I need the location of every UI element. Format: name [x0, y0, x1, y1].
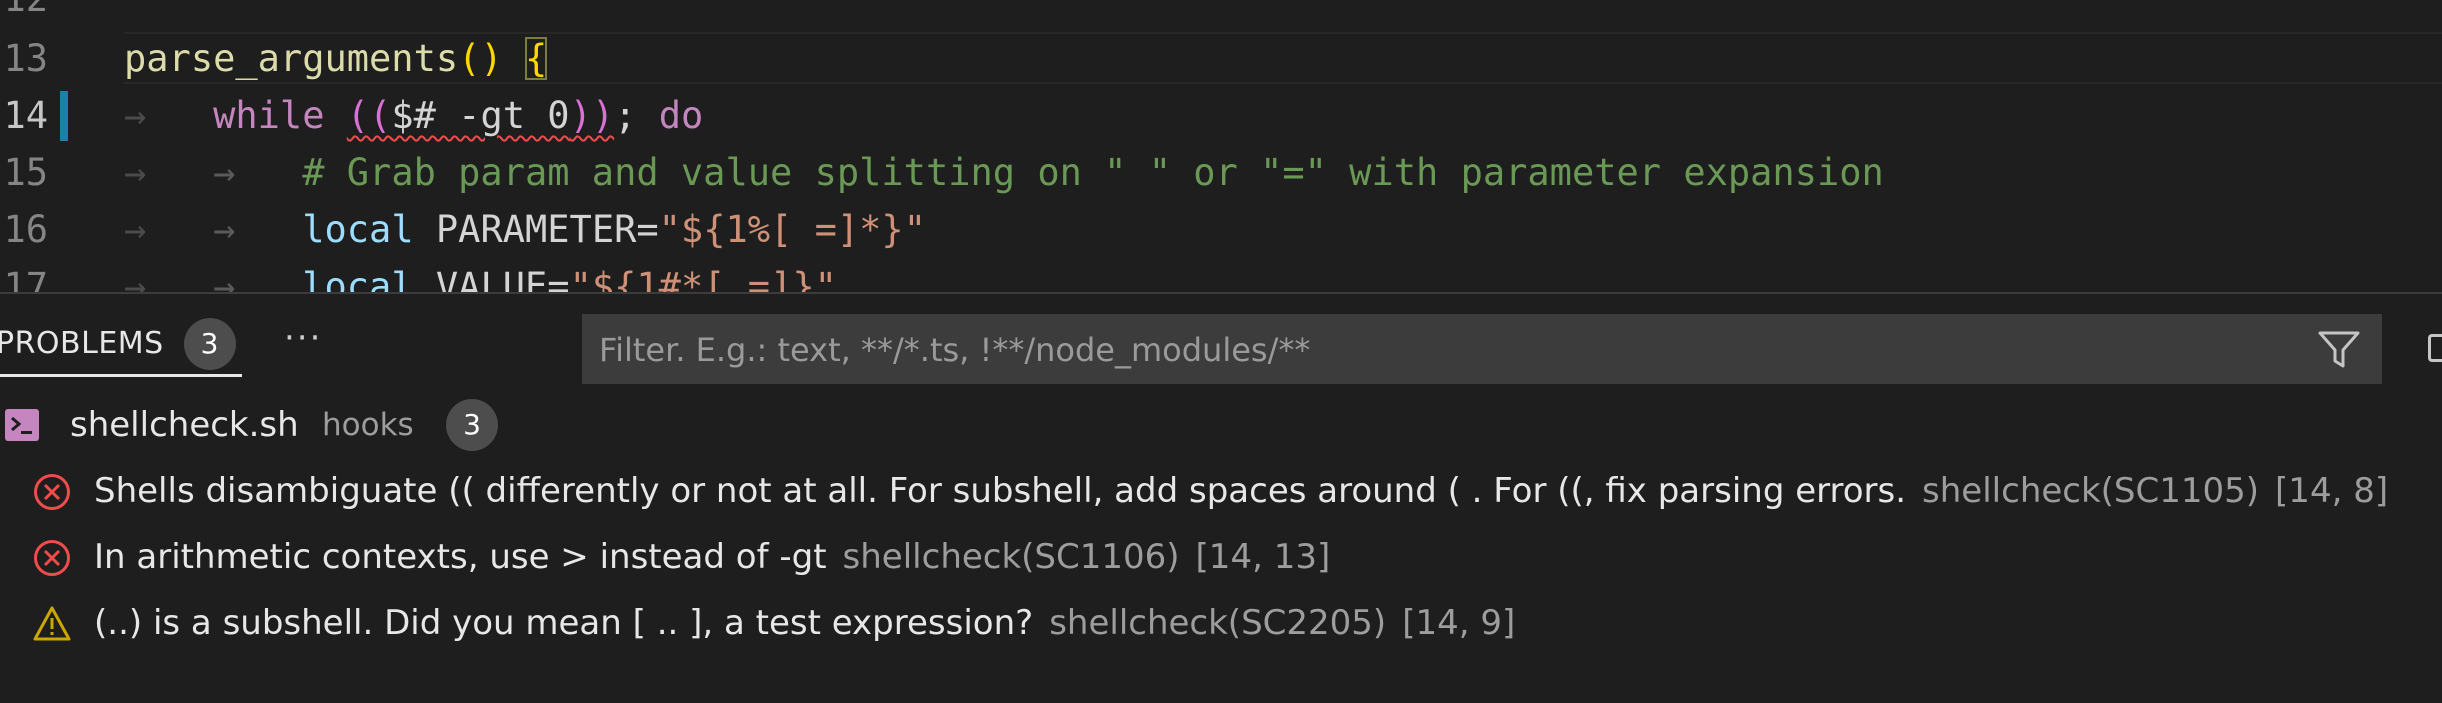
paren-close: )): [569, 94, 615, 137]
code-line-13[interactable]: 13 parse_arguments() {: [0, 30, 2442, 87]
string-value: "${1%[ =]*}": [658, 208, 926, 251]
line-number: 16: [3, 208, 48, 251]
problem-row[interactable]: (..) is a subshell. Did you mean [ .. ],…: [0, 592, 2442, 654]
code-line-15[interactable]: 15 → → # Grab param and value splitting …: [0, 144, 2442, 201]
code-text[interactable]: parse_arguments() {: [124, 30, 548, 87]
code-text[interactable]: → → local PARAMETER="${1%[ =]*}": [124, 201, 926, 258]
error-icon: [34, 540, 70, 576]
filter-input[interactable]: [597, 315, 2281, 385]
problems-panel: PROBLEMS 3 ··· shellcheck.sh hooks 3 She…: [0, 292, 2442, 703]
equals: =: [547, 265, 570, 292]
keyword-do: do: [658, 94, 704, 137]
problem-text: Shells disambiguate (( differently or no…: [94, 460, 2388, 522]
panel-header: PROBLEMS 3 ···: [0, 294, 2442, 394]
problem-position: [14, 13]: [1195, 537, 1331, 577]
semicolon: ;: [614, 94, 637, 137]
filter-box[interactable]: [582, 314, 2382, 385]
file-directory: hooks: [322, 407, 414, 443]
tab-whitespace-glyph: →: [124, 151, 214, 194]
matched-brace: {: [524, 37, 548, 80]
error-icon: [34, 474, 70, 510]
warning-icon: [33, 606, 71, 641]
line-number: 17: [3, 265, 48, 292]
equals: =: [636, 208, 659, 251]
keyword-local: local: [302, 265, 414, 292]
variable-name: VALUE: [435, 265, 548, 292]
problem-count-badge: 3: [183, 318, 236, 370]
indent-guide: →: [213, 208, 303, 251]
code-text[interactable]: → while (($# -gt 0)); do: [124, 87, 703, 144]
problem-text: (..) is a subshell. Did you mean [ .. ],…: [94, 592, 1515, 654]
problem-source: shellcheck(SC1106): [842, 537, 1180, 577]
tab-problems-label: PROBLEMS: [0, 326, 164, 361]
tab-whitespace-glyph: →: [124, 265, 214, 292]
code-text[interactable]: → → # Grab param and value splitting on …: [124, 144, 1884, 201]
problem-message: In arithmetic contexts, use > instead of…: [94, 537, 827, 577]
line-number: 15: [3, 151, 48, 194]
problem-position: [14, 8]: [2275, 471, 2389, 511]
problem-text: In arithmetic contexts, use > instead of…: [94, 526, 1330, 588]
code-text[interactable]: → → local VALUE="${1#*[ =]}": [124, 258, 837, 292]
code-line-12[interactable]: 12: [0, 0, 2442, 27]
problem-file-group[interactable]: shellcheck.sh hooks 3: [0, 394, 600, 456]
comment: # Grab param and value splitting on " " …: [302, 151, 1884, 194]
paren-open: ((: [346, 94, 392, 137]
problem-row[interactable]: Shells disambiguate (( differently or no…: [0, 460, 2442, 522]
keyword-while: while: [213, 94, 325, 137]
code-line-16[interactable]: 16 → → local PARAMETER="${1%[ =]*}": [0, 201, 2442, 258]
problem-source: shellcheck(SC2205): [1049, 603, 1387, 643]
file-problem-count-badge: 3: [446, 399, 498, 451]
problem-message: Shells disambiguate (( differently or no…: [94, 471, 1907, 511]
filter-icon[interactable]: [2317, 329, 2361, 371]
tab-problems[interactable]: PROBLEMS 3: [0, 314, 242, 377]
problem-row[interactable]: In arithmetic contexts, use > instead of…: [0, 526, 2442, 588]
code-line-17[interactable]: 17 → → local VALUE="${1#*[ =]}": [0, 258, 2442, 292]
code-line-14[interactable]: 14 → while (($# -gt 0)); do: [0, 87, 2442, 144]
line-number: 14: [3, 94, 48, 137]
condition: $# -gt 0: [391, 94, 570, 137]
indent-guide: →: [213, 151, 303, 194]
line-number: 13: [3, 37, 48, 80]
tab-whitespace-glyph: →: [124, 94, 214, 137]
file-name: shellcheck.sh: [70, 405, 299, 445]
code-editor[interactable]: 12 13 parse_arguments() { 14 → while (($…: [0, 0, 2442, 292]
modified-line-indicator: [60, 91, 68, 141]
terminal-file-icon: [5, 409, 39, 441]
tab-whitespace-glyph: →: [124, 208, 214, 251]
error-squiggle[interactable]: (($# -gt 0)): [347, 94, 614, 137]
function-name: parse_arguments: [124, 37, 459, 80]
problem-message: (..) is a subshell. Did you mean [ .. ],…: [94, 603, 1034, 643]
parens: (): [458, 37, 503, 80]
line-number: 12: [0, 0, 48, 27]
variable-name: PARAMETER: [435, 208, 637, 251]
more-actions-icon[interactable]: ···: [284, 314, 322, 374]
keyword-local: local: [302, 208, 414, 251]
collapse-panel-icon[interactable]: [2428, 334, 2442, 362]
indent-guide: →: [213, 265, 303, 292]
problem-source: shellcheck(SC1105): [1922, 471, 2260, 511]
problem-position: [14, 9]: [1402, 603, 1516, 643]
string-value: "${1#*[ =]}": [569, 265, 837, 292]
